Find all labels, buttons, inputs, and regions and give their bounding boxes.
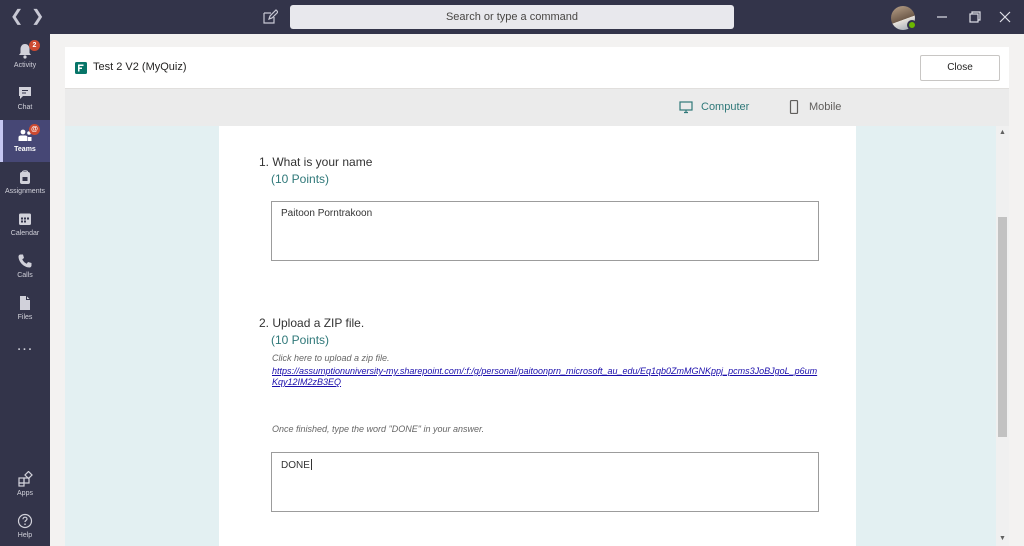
question-2-answer-text: DONE <box>281 460 310 471</box>
rail-item-label: Calendar <box>10 230 40 237</box>
chat-icon <box>19 87 31 99</box>
view-toggle-bar: Computer Mobile <box>65 89 1009 126</box>
form-window-header: Test 2 V2 (MyQuiz) Close <box>65 47 1009 89</box>
rail-item-calendar[interactable]: Calendar <box>0 204 50 246</box>
text-cursor <box>310 459 312 470</box>
forward-arrow-icon[interactable]: ❯ <box>31 8 44 26</box>
window-title: Test 2 V2 (MyQuiz) <box>93 61 187 73</box>
title-bar: ❮ ❯ Search or type a command <box>0 0 1024 34</box>
mobile-view-label: Mobile <box>809 101 842 113</box>
file-icon <box>20 296 30 310</box>
finish-instruction: Once finished, type the word "DONE" in y… <box>272 424 485 434</box>
activity-badge: 2 <box>29 40 40 51</box>
apps-icon <box>18 471 33 487</box>
rail-item-label: Calls <box>17 272 33 279</box>
vertical-scrollbar[interactable]: ▲ ▼ <box>996 126 1009 546</box>
question-1-points: (10 Points) <box>271 172 330 186</box>
presence-indicator <box>907 20 917 30</box>
calendar-icon <box>19 213 31 225</box>
rail-item-calls[interactable]: Calls <box>0 246 50 288</box>
rail-item-apps[interactable]: Apps <box>0 464 50 506</box>
form-card: 1. What is your name (10 Points) Paitoon… <box>219 126 856 546</box>
rail-item-chat[interactable]: Chat <box>0 78 50 120</box>
question-2-points: (10 Points) <box>271 333 330 347</box>
form-preview-area: 1. What is your name (10 Points) Paitoon… <box>65 126 996 546</box>
scroll-up-icon[interactable]: ▲ <box>999 129 1006 136</box>
back-arrow-icon[interactable]: ❮ <box>10 8 23 26</box>
more-apps-icon[interactable]: ... <box>0 337 50 355</box>
compose-icon[interactable] <box>262 9 278 25</box>
upload-link[interactable]: https://assumptionuniversity-my.sharepoi… <box>272 366 820 388</box>
upload-instruction: Click here to upload a zip file. <box>272 353 390 363</box>
scroll-thumb[interactable] <box>998 217 1007 437</box>
rail-item-label: Chat <box>17 104 33 111</box>
rail-item-assignments[interactable]: Assignments <box>0 162 50 204</box>
rail-item-files[interactable]: Files <box>0 288 50 330</box>
search-input[interactable]: Search or type a command <box>290 5 734 29</box>
restore-icon[interactable] <box>967 9 983 25</box>
rail-item-teams[interactable]: @ Teams <box>0 120 50 162</box>
minimize-icon[interactable] <box>934 9 950 25</box>
phone-icon <box>18 254 32 268</box>
computer-view-option[interactable]: Computer <box>679 101 750 114</box>
question-2-title: 2. Upload a ZIP file. <box>259 316 365 330</box>
rail-item-help[interactable]: Help <box>0 506 50 546</box>
mobile-phone-icon <box>789 100 799 114</box>
backpack-icon <box>20 170 30 184</box>
question-2-answer-field[interactable]: DONE <box>271 452 819 512</box>
question-1-answer-text: Paitoon Porntrakoon <box>281 208 373 219</box>
computer-view-label: Computer <box>701 101 750 113</box>
rail-item-label: Files <box>17 314 33 321</box>
help-icon <box>17 513 33 529</box>
rail-item-label: Assignments <box>4 188 46 195</box>
question-1-answer-field[interactable]: Paitoon Porntrakoon <box>271 201 819 261</box>
rail-item-label: Apps <box>17 490 33 497</box>
rail-item-label: Help <box>17 532 33 539</box>
rail-item-activity[interactable]: 2 Activity <box>0 36 50 78</box>
close-window-icon[interactable] <box>997 9 1013 25</box>
question-1-title: 1. What is your name <box>259 155 373 169</box>
close-button[interactable]: Close <box>920 55 1000 81</box>
forms-app-icon <box>75 62 87 74</box>
mention-badge: @ <box>29 124 40 135</box>
monitor-icon <box>679 101 693 114</box>
scroll-down-icon[interactable]: ▼ <box>999 535 1006 542</box>
rail-item-label: Teams <box>14 146 36 153</box>
mobile-view-option[interactable]: Mobile <box>789 100 842 114</box>
rail-item-label: Activity <box>13 62 37 69</box>
app-rail: 2 Activity Chat @ Teams Assignments Cale… <box>0 34 50 546</box>
